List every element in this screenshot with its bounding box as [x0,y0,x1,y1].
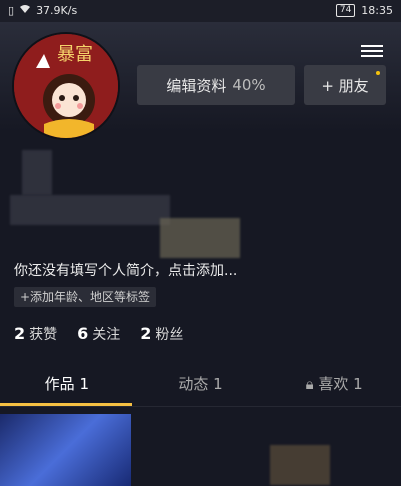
stat-following[interactable]: 6 关注 [77,324,120,344]
add-friend-label: + 朋友 [321,76,369,95]
content-tabs: 作品 1 动态 1 🔒︎ 喜欢 1 [0,362,401,407]
stat-likes[interactable]: 2 获赞 [14,324,57,344]
wifi-icon [19,4,31,17]
stats-row: 2 获赞 6 关注 2 粉丝 [14,324,183,344]
bio-placeholder[interactable]: 你还没有填写个人简介，点击添加... [14,260,237,280]
menu-icon[interactable] [361,42,383,60]
lock-icon: 🔒︎ [305,375,314,393]
active-tab-indicator [0,403,132,406]
add-tags-chip[interactable]: +添加年龄、地区等标签 [14,287,157,307]
avatar-badge-text: 暴富 [57,44,93,65]
video-thumbnail[interactable] [0,414,131,486]
tab-works[interactable]: 作品 1 [0,362,134,406]
blurred-id [10,195,170,225]
network-speed: 37.9K/s [36,4,78,17]
blurred-region [160,218,240,258]
tab-activity[interactable]: 动态 1 [134,362,268,406]
stat-followers[interactable]: 2 粉丝 [140,324,183,344]
tab-likes[interactable]: 🔒︎ 喜欢 1 [267,362,401,406]
clock: 18:35 [361,4,393,17]
battery-icon: 74 [335,4,356,17]
status-bar: ▯ 37.9K/s 74 18:35 [0,0,401,22]
blurred-thumbnail [270,445,330,485]
blurred-username [22,150,52,195]
notification-dot [376,71,380,75]
avatar-illustration: 暴富 [14,34,118,138]
profile-completion: 40% [232,76,266,94]
avatar[interactable]: 暴富 [12,32,120,140]
add-friend-button[interactable]: + 朋友 [304,65,386,105]
document-icon: ▯ [8,4,15,17]
edit-profile-button[interactable]: 编辑资料 40% [137,65,295,105]
edit-profile-label: 编辑资料 [166,76,227,95]
